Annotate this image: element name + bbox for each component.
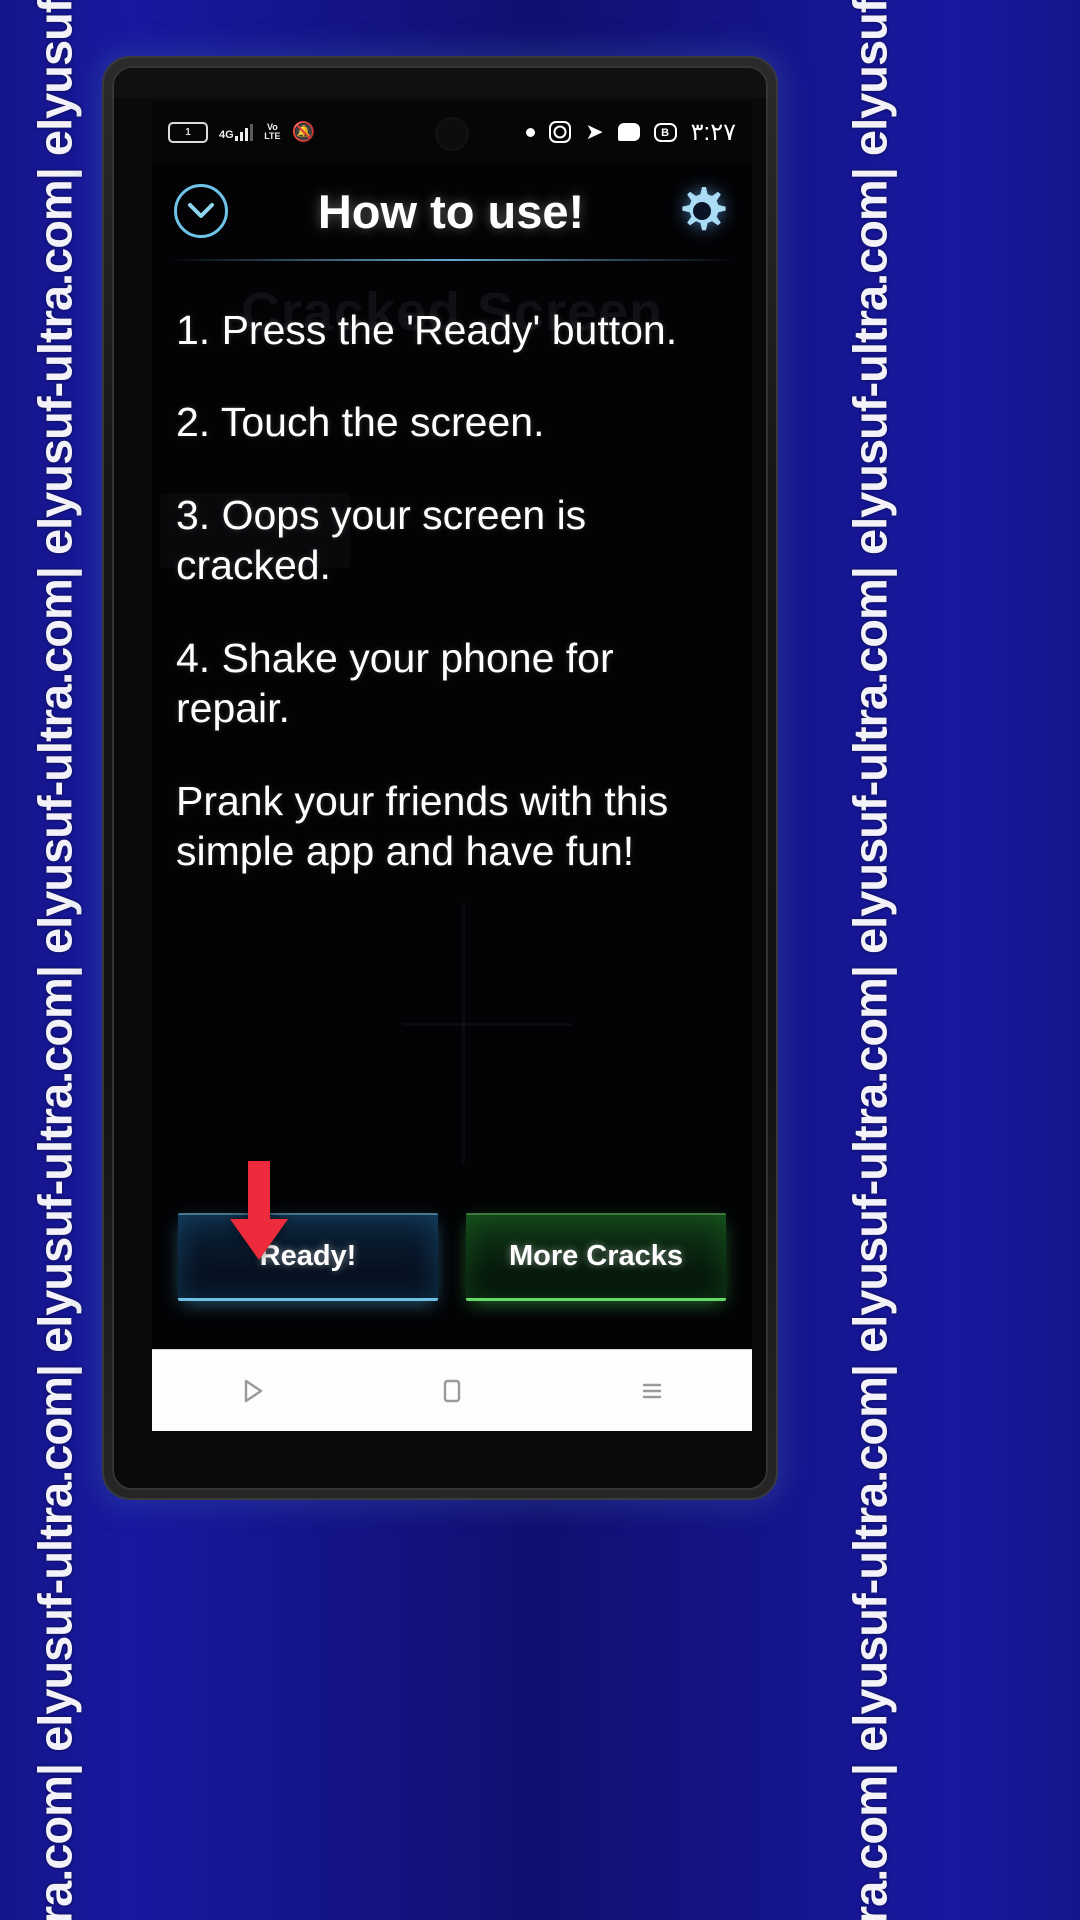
status-bar-left-group: 1 4G Vo LTE 🔕 (168, 121, 316, 143)
nav-home-square-icon[interactable] (433, 1372, 471, 1410)
instructions-list: 1. Press the 'Ready' button. 2. Touch th… (152, 261, 752, 876)
bezel-top-strip (114, 68, 766, 98)
bell-mute-icon: 🔕 (291, 121, 316, 143)
android-navigation-bar (152, 1349, 752, 1431)
more-cracks-button-label: More Cracks (508, 1240, 684, 1272)
instruction-step: 3. Oops your screen is cracked. (176, 491, 587, 589)
nav-back-triangle-icon[interactable] (233, 1372, 271, 1410)
badge-icon: B (653, 122, 677, 142)
phone-device-frame: 1 4G Vo LTE 🔕 ➤ B ٣:٢٧ Cracked Screen Ho… (104, 58, 776, 1498)
phone-screen: 1 4G Vo LTE 🔕 ➤ B ٣:٢٧ Cracked Screen Ho… (152, 101, 752, 1431)
chevron-down-icon[interactable] (174, 184, 228, 238)
nav-recents-lines-icon[interactable] (633, 1372, 671, 1410)
instructions-outro: Prank your friends with this simple app … (176, 777, 669, 874)
gear-icon[interactable] (674, 183, 730, 239)
watermark-column-left: elyusuf-ultra.com| elyusuf-ultra.com| el… (0, 0, 110, 1920)
ghost-crack-pattern (402, 903, 572, 1163)
dot-indicator-icon (526, 127, 536, 137)
telegram-icon: ➤ (585, 119, 604, 144)
instruction-step: 2. Touch the screen. (176, 399, 545, 446)
watermark-text: elyusuf-ultra.com| elyusuf-ultra.com| el… (28, 0, 83, 1920)
watermark-column-right: elyusuf-ultra.com| elyusuf-ultra.com| el… (805, 0, 935, 1920)
sim-card-icon: 1 (168, 121, 208, 143)
app-header: How to use! (152, 163, 752, 259)
phone-bezel: 1 4G Vo LTE 🔕 ➤ B ٣:٢٧ Cracked Screen Ho… (112, 66, 768, 1490)
ready-button[interactable]: Ready! (178, 1213, 438, 1301)
app-content: Cracked Screen How to use! 1. Press the … (152, 163, 752, 1431)
watermark-text: elyusuf-ultra.com| elyusuf-ultra.com| el… (843, 0, 898, 1920)
status-bar-right-group: ➤ B ٣:٢٧ (526, 118, 736, 147)
camera-punch-hole (435, 117, 469, 151)
mobile-network-icon: 4G (219, 123, 254, 141)
message-bubble-icon (617, 123, 640, 141)
down-arrow-annotation-icon (226, 1161, 292, 1261)
instagram-icon (549, 121, 572, 143)
instruction-step: 1. Press the 'Ready' button. (176, 307, 678, 353)
signal-bars-icon (234, 123, 254, 141)
instruction-step: 4. Shake your phone for repair. (176, 634, 614, 732)
status-bar: 1 4G Vo LTE 🔕 ➤ B ٣:٢٧ (152, 101, 752, 163)
page-title: How to use! (317, 184, 585, 238)
more-cracks-button[interactable]: More Cracks (466, 1213, 726, 1301)
status-bar-clock: ٣:٢٧ (690, 118, 736, 146)
network-type-label: 4G (219, 128, 234, 141)
volte-icon: Vo LTE (264, 122, 281, 141)
